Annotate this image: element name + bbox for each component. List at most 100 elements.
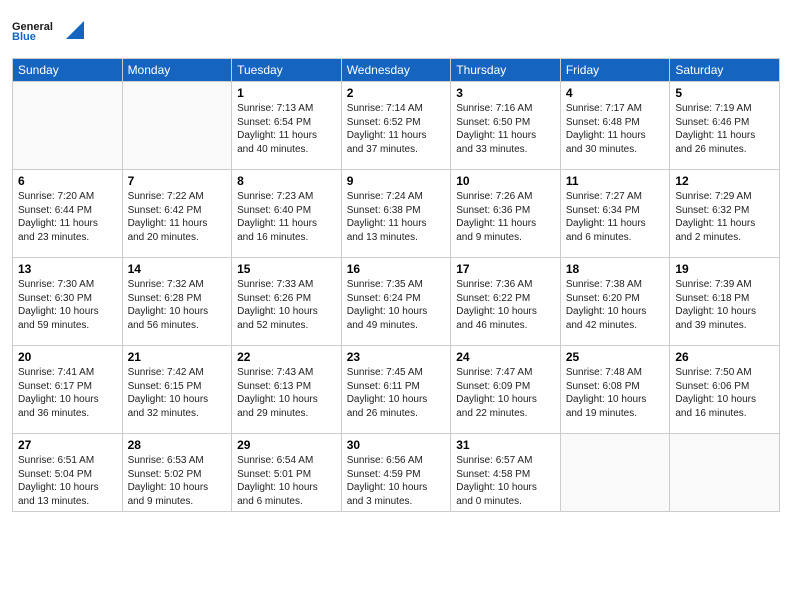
day-number: 19: [675, 261, 774, 277]
day-number: 9: [347, 173, 446, 189]
calendar-cell: [122, 82, 232, 170]
day-number: 25: [566, 349, 665, 365]
day-info: Sunrise: 6:56 AMSunset: 4:59 PMDaylight:…: [347, 454, 446, 508]
day-info: Sunrise: 7:32 AMSunset: 6:28 PMDaylight:…: [128, 278, 227, 332]
weekday-header-cell: Sunday: [13, 59, 123, 82]
calendar-cell: 25Sunrise: 7:48 AMSunset: 6:08 PMDayligh…: [560, 346, 670, 434]
day-number: 4: [566, 85, 665, 101]
day-number: 23: [347, 349, 446, 365]
calendar-cell: 13Sunrise: 7:30 AMSunset: 6:30 PMDayligh…: [13, 258, 123, 346]
day-number: 6: [18, 173, 117, 189]
day-number: 20: [18, 349, 117, 365]
calendar-cell: 3Sunrise: 7:16 AMSunset: 6:50 PMDaylight…: [451, 82, 561, 170]
day-number: 29: [237, 437, 336, 453]
day-number: 7: [128, 173, 227, 189]
calendar-cell: 12Sunrise: 7:29 AMSunset: 6:32 PMDayligh…: [670, 170, 780, 258]
day-number: 24: [456, 349, 555, 365]
day-number: 11: [566, 173, 665, 189]
calendar-cell: 22Sunrise: 7:43 AMSunset: 6:13 PMDayligh…: [232, 346, 342, 434]
day-info: Sunrise: 7:23 AMSunset: 6:40 PMDaylight:…: [237, 190, 336, 244]
calendar-cell: 1Sunrise: 7:13 AMSunset: 6:54 PMDaylight…: [232, 82, 342, 170]
day-info: Sunrise: 6:54 AMSunset: 5:01 PMDaylight:…: [237, 454, 336, 508]
day-number: 12: [675, 173, 774, 189]
calendar-cell: 6Sunrise: 7:20 AMSunset: 6:44 PMDaylight…: [13, 170, 123, 258]
calendar-cell: 5Sunrise: 7:19 AMSunset: 6:46 PMDaylight…: [670, 82, 780, 170]
day-info: Sunrise: 6:51 AMSunset: 5:04 PMDaylight:…: [18, 454, 117, 508]
calendar-cell: 10Sunrise: 7:26 AMSunset: 6:36 PMDayligh…: [451, 170, 561, 258]
day-number: 14: [128, 261, 227, 277]
day-info: Sunrise: 7:22 AMSunset: 6:42 PMDaylight:…: [128, 190, 227, 244]
day-info: Sunrise: 7:26 AMSunset: 6:36 PMDaylight:…: [456, 190, 555, 244]
weekday-header-cell: Friday: [560, 59, 670, 82]
day-number: 1: [237, 85, 336, 101]
calendar-row: 6Sunrise: 7:20 AMSunset: 6:44 PMDaylight…: [13, 170, 780, 258]
day-number: 22: [237, 349, 336, 365]
weekday-header-row: SundayMondayTuesdayWednesdayThursdayFrid…: [13, 59, 780, 82]
svg-text:Blue: Blue: [12, 31, 36, 43]
day-number: 26: [675, 349, 774, 365]
day-number: 21: [128, 349, 227, 365]
day-info: Sunrise: 7:33 AMSunset: 6:26 PMDaylight:…: [237, 278, 336, 332]
calendar-cell: 18Sunrise: 7:38 AMSunset: 6:20 PMDayligh…: [560, 258, 670, 346]
calendar-cell: 17Sunrise: 7:36 AMSunset: 6:22 PMDayligh…: [451, 258, 561, 346]
day-info: Sunrise: 6:57 AMSunset: 4:58 PMDaylight:…: [456, 454, 555, 508]
calendar-cell: 23Sunrise: 7:45 AMSunset: 6:11 PMDayligh…: [341, 346, 451, 434]
day-info: Sunrise: 7:45 AMSunset: 6:11 PMDaylight:…: [347, 366, 446, 420]
calendar-cell: 21Sunrise: 7:42 AMSunset: 6:15 PMDayligh…: [122, 346, 232, 434]
weekday-header-cell: Thursday: [451, 59, 561, 82]
day-number: 3: [456, 85, 555, 101]
day-info: Sunrise: 7:20 AMSunset: 6:44 PMDaylight:…: [18, 190, 117, 244]
calendar-cell: 26Sunrise: 7:50 AMSunset: 6:06 PMDayligh…: [670, 346, 780, 434]
weekday-header-cell: Monday: [122, 59, 232, 82]
day-number: 31: [456, 437, 555, 453]
day-number: 10: [456, 173, 555, 189]
calendar-cell: 27Sunrise: 6:51 AMSunset: 5:04 PMDayligh…: [13, 434, 123, 512]
calendar-row: 1Sunrise: 7:13 AMSunset: 6:54 PMDaylight…: [13, 82, 780, 170]
calendar-row: 20Sunrise: 7:41 AMSunset: 6:17 PMDayligh…: [13, 346, 780, 434]
day-number: 2: [347, 85, 446, 101]
calendar-table: SundayMondayTuesdayWednesdayThursdayFrid…: [12, 58, 780, 512]
calendar-cell: 30Sunrise: 6:56 AMSunset: 4:59 PMDayligh…: [341, 434, 451, 512]
calendar-cell: 20Sunrise: 7:41 AMSunset: 6:17 PMDayligh…: [13, 346, 123, 434]
day-info: Sunrise: 7:14 AMSunset: 6:52 PMDaylight:…: [347, 102, 446, 156]
day-info: Sunrise: 7:17 AMSunset: 6:48 PMDaylight:…: [566, 102, 665, 156]
day-info: Sunrise: 7:41 AMSunset: 6:17 PMDaylight:…: [18, 366, 117, 420]
calendar-cell: 14Sunrise: 7:32 AMSunset: 6:28 PMDayligh…: [122, 258, 232, 346]
day-number: 30: [347, 437, 446, 453]
calendar-cell: 28Sunrise: 6:53 AMSunset: 5:02 PMDayligh…: [122, 434, 232, 512]
logo-svg: General Blue: [12, 10, 62, 50]
day-number: 15: [237, 261, 336, 277]
day-info: Sunrise: 7:43 AMSunset: 6:13 PMDaylight:…: [237, 366, 336, 420]
day-info: Sunrise: 7:13 AMSunset: 6:54 PMDaylight:…: [237, 102, 336, 156]
day-info: Sunrise: 6:53 AMSunset: 5:02 PMDaylight:…: [128, 454, 227, 508]
day-number: 13: [18, 261, 117, 277]
calendar-cell: [13, 82, 123, 170]
day-info: Sunrise: 7:42 AMSunset: 6:15 PMDaylight:…: [128, 366, 227, 420]
day-info: Sunrise: 7:27 AMSunset: 6:34 PMDaylight:…: [566, 190, 665, 244]
calendar-cell: 15Sunrise: 7:33 AMSunset: 6:26 PMDayligh…: [232, 258, 342, 346]
day-number: 16: [347, 261, 446, 277]
calendar-cell: 8Sunrise: 7:23 AMSunset: 6:40 PMDaylight…: [232, 170, 342, 258]
calendar-cell: 4Sunrise: 7:17 AMSunset: 6:48 PMDaylight…: [560, 82, 670, 170]
day-info: Sunrise: 7:47 AMSunset: 6:09 PMDaylight:…: [456, 366, 555, 420]
day-info: Sunrise: 7:30 AMSunset: 6:30 PMDaylight:…: [18, 278, 117, 332]
day-info: Sunrise: 7:19 AMSunset: 6:46 PMDaylight:…: [675, 102, 774, 156]
day-info: Sunrise: 7:50 AMSunset: 6:06 PMDaylight:…: [675, 366, 774, 420]
weekday-header-cell: Tuesday: [232, 59, 342, 82]
day-number: 5: [675, 85, 774, 101]
day-info: Sunrise: 7:35 AMSunset: 6:24 PMDaylight:…: [347, 278, 446, 332]
calendar-cell: 7Sunrise: 7:22 AMSunset: 6:42 PMDaylight…: [122, 170, 232, 258]
calendar-body: 1Sunrise: 7:13 AMSunset: 6:54 PMDaylight…: [13, 82, 780, 512]
day-number: 17: [456, 261, 555, 277]
calendar-cell: [560, 434, 670, 512]
calendar-cell: 2Sunrise: 7:14 AMSunset: 6:52 PMDaylight…: [341, 82, 451, 170]
day-info: Sunrise: 7:29 AMSunset: 6:32 PMDaylight:…: [675, 190, 774, 244]
calendar-cell: 16Sunrise: 7:35 AMSunset: 6:24 PMDayligh…: [341, 258, 451, 346]
calendar-cell: 19Sunrise: 7:39 AMSunset: 6:18 PMDayligh…: [670, 258, 780, 346]
page-header: General Blue: [12, 10, 780, 50]
day-number: 18: [566, 261, 665, 277]
calendar-cell: [670, 434, 780, 512]
calendar-cell: 11Sunrise: 7:27 AMSunset: 6:34 PMDayligh…: [560, 170, 670, 258]
calendar-cell: 9Sunrise: 7:24 AMSunset: 6:38 PMDaylight…: [341, 170, 451, 258]
calendar-cell: 29Sunrise: 6:54 AMSunset: 5:01 PMDayligh…: [232, 434, 342, 512]
